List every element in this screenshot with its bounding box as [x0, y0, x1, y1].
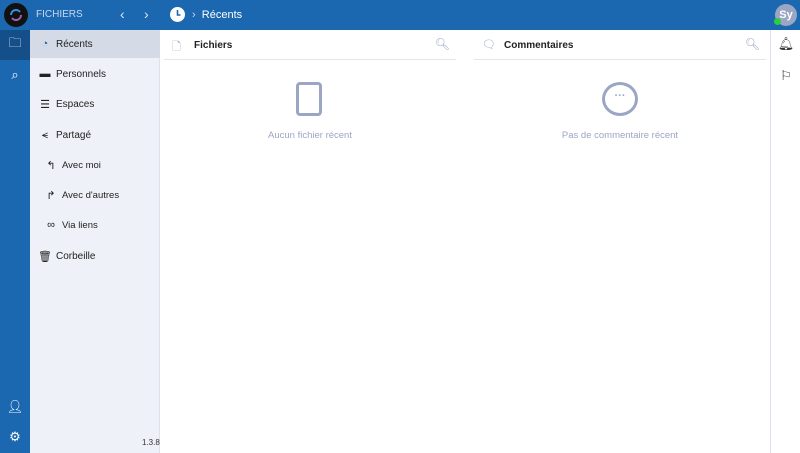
clock-icon: ◔ [41, 38, 49, 50]
user-icon[interactable]: 👤︎ [0, 392, 30, 422]
gear-icon[interactable]: ⚙ [0, 422, 30, 452]
files-empty-message: Aucun fichier récent [268, 130, 352, 141]
layers-icon: ☰ [40, 98, 50, 111]
sidebar-item-label: Avec d'autres [62, 189, 120, 201]
breadcrumb[interactable]: › Récents [192, 9, 242, 21]
reply-icon: ↰ [46, 159, 56, 172]
version-label: 1.3.8 [142, 438, 160, 447]
panel-title: Fichiers [194, 40, 233, 51]
right-rail: 🔔︎ ⚐ [770, 30, 800, 453]
back-button[interactable]: ‹ [120, 6, 125, 22]
app-logo[interactable] [4, 3, 28, 27]
bell-icon[interactable]: 🔔︎ [771, 36, 800, 52]
icon-rail: 🗀 ⌕ 👤︎ ⚙ [0, 30, 30, 453]
sidebar-item-label: Avec moi [62, 159, 101, 171]
forward-icon: ↱ [46, 189, 56, 202]
files-icon[interactable]: 🗀 [0, 30, 30, 60]
sidebar-item-avec-moi[interactable]: ↰ Avec moi [30, 151, 160, 179]
comment-large-icon: ··· [602, 82, 638, 116]
link-icon: ∞ [47, 219, 55, 231]
search-icon[interactable]: ⌕ [0, 60, 30, 90]
search-zoom-icon[interactable]: 🔍︎ [745, 37, 760, 51]
sidebar-item-label: Récents [56, 38, 93, 50]
sidebar: ◔ Récents ▬ Personnels ☰ Espaces ⪪ Partagé ↰… [30, 30, 160, 453]
comments-panel-header: 🗨︎ Commentaires 🔍︎ [474, 30, 766, 60]
comment-icon: 🗨︎ [482, 39, 496, 51]
panel-title: Commentaires [504, 40, 574, 51]
sidebar-item-espaces[interactable]: ☰ Espaces [30, 90, 160, 118]
online-status-dot [774, 18, 781, 25]
files-panel-header: 🗋 Fichiers 🔍︎ [164, 30, 456, 60]
share-icon: ⪪ [41, 128, 49, 141]
sidebar-item-corbeille[interactable]: 🗑︎ Corbeille [30, 242, 160, 270]
trash-icon: 🗑︎ [38, 250, 52, 263]
chevron-right-icon: › [192, 9, 202, 21]
search-zoom-icon[interactable]: 🔍︎ [435, 37, 450, 51]
top-bar: FICHIERS ‹ › › Récents Sy [0, 0, 800, 30]
sidebar-item-personnels[interactable]: ▬ Personnels [30, 60, 160, 88]
flag-icon[interactable]: ⚐ [771, 68, 800, 84]
breadcrumb-current: Récents [201, 9, 243, 21]
sidebar-item-label: Espaces [56, 98, 95, 110]
folder-icon: ▬ [39, 68, 51, 80]
file-icon: 🗋 [172, 41, 181, 53]
app-title: FICHIERS [36, 9, 83, 20]
sidebar-item-recents[interactable]: ◔ Récents [30, 30, 160, 58]
forward-button[interactable]: › [144, 6, 149, 22]
sidebar-item-label: Personnels [56, 68, 107, 80]
sidebar-item-via-liens[interactable]: ∞ Via liens [30, 211, 160, 239]
sidebar-item-partage[interactable]: ⪪ Partagé [30, 121, 160, 149]
sidebar-item-label: Via liens [62, 219, 98, 231]
sidebar-item-label: Corbeille [56, 250, 96, 262]
file-large-icon [296, 82, 322, 116]
clock-icon [170, 7, 185, 22]
sidebar-item-label: Partagé [56, 129, 92, 141]
sidebar-item-avec-dautres[interactable]: ↱ Avec d'autres [30, 181, 160, 209]
comments-empty-message: Pas de commentaire récent [561, 130, 679, 141]
